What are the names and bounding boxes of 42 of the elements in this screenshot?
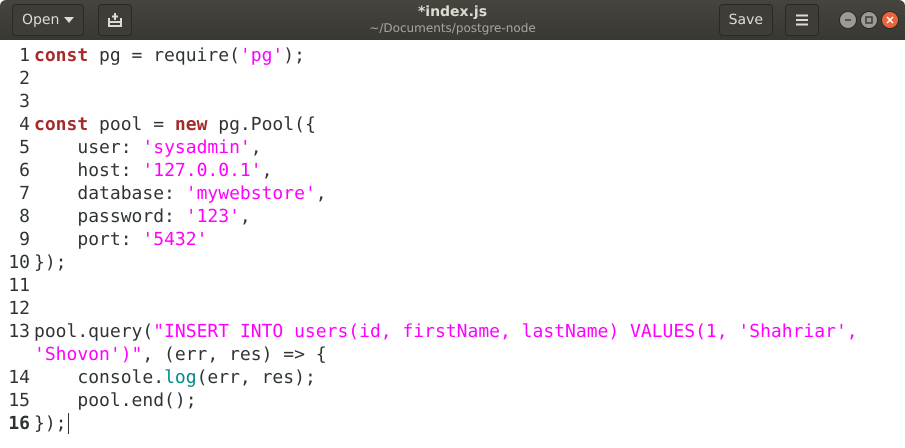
line-number: 6 xyxy=(18,159,31,182)
maximize-button[interactable] xyxy=(860,11,878,29)
line-number: 7 xyxy=(18,182,31,205)
line-number: 9 xyxy=(18,228,31,251)
line-number: 8 xyxy=(18,205,31,228)
line-number: 5 xyxy=(18,136,31,159)
code-line: user: 'sysadmin', xyxy=(76,136,262,159)
window-title: *index.js xyxy=(418,4,488,21)
line-number: 11 xyxy=(7,274,31,297)
minimize-button[interactable] xyxy=(839,11,857,29)
line-number: 12 xyxy=(7,297,31,320)
text-cursor xyxy=(68,413,69,434)
line-number: 15 xyxy=(7,389,31,412)
new-document-button[interactable] xyxy=(98,4,132,36)
code-line: const pool = new pg.Pool({ xyxy=(34,113,316,136)
line-number: 3 xyxy=(18,90,31,113)
line-number: 16 xyxy=(7,412,31,435)
line-number: 10 xyxy=(7,251,31,274)
file-path: ~/Documents/postgre-node xyxy=(369,21,536,36)
line-number: 14 xyxy=(7,366,31,389)
close-button[interactable] xyxy=(881,11,899,29)
code-line: const pg = require('pg'); xyxy=(34,44,305,67)
code-line: password: '123', xyxy=(76,205,251,228)
caret-icon xyxy=(64,17,74,23)
new-document-icon xyxy=(107,12,124,28)
save-button[interactable]: Save xyxy=(718,4,773,36)
line-number: 2 xyxy=(18,67,31,90)
code-line: database: 'mywebstore', xyxy=(76,182,327,205)
code-line: port: '5432' xyxy=(76,228,208,251)
menu-icon xyxy=(795,14,809,26)
maximize-icon xyxy=(865,16,873,24)
code-line: console.log(err, res); xyxy=(76,366,316,389)
close-icon xyxy=(886,16,894,24)
open-button[interactable]: Open xyxy=(12,4,84,36)
line-number: 4 xyxy=(18,113,31,136)
line-number: 13 xyxy=(7,320,31,343)
code-line: }); xyxy=(34,251,67,274)
code-line: host: '127.0.0.1', xyxy=(76,159,272,182)
line-number: 1 xyxy=(18,44,31,67)
menu-button[interactable] xyxy=(785,4,819,36)
code-line: }); xyxy=(34,412,67,435)
code-line: pool.end(); xyxy=(76,389,197,412)
